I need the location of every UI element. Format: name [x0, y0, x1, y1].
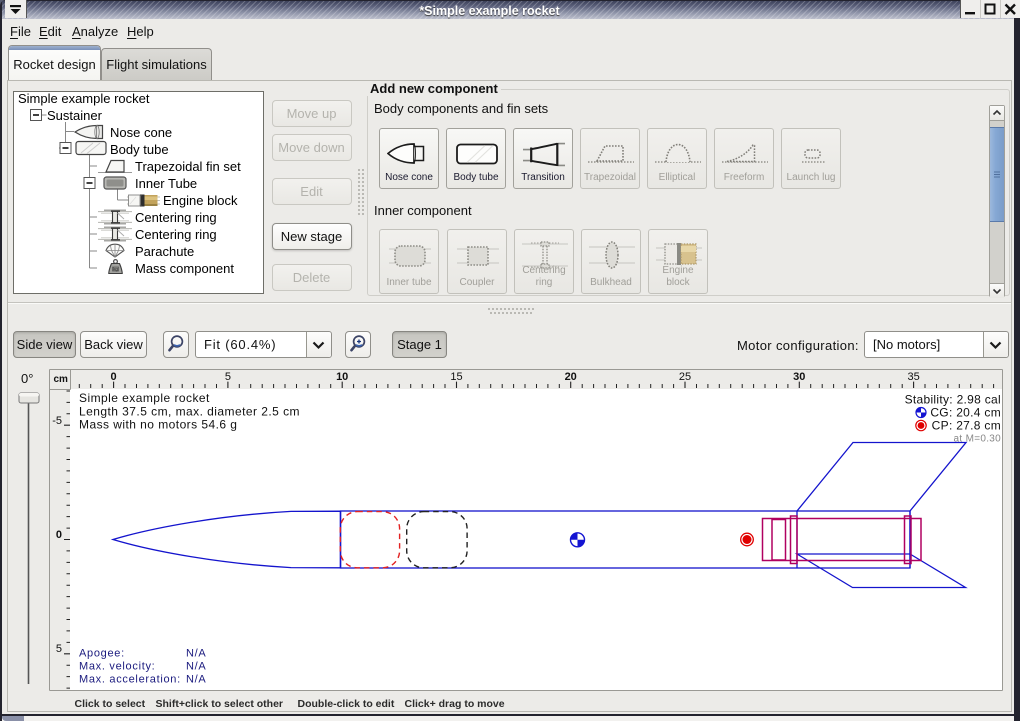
- svg-text:Simple example rocket: Simple example rocket: [79, 391, 210, 405]
- svg-text:N/A: N/A: [186, 661, 206, 673]
- svg-text:kg: kg: [113, 267, 118, 272]
- svg-text:cm: cm: [54, 374, 69, 385]
- svg-text:Mass with no motors 54.6 g: Mass with no motors 54.6 g: [79, 418, 237, 432]
- svg-text:Length 37.5 cm, max. diameter: Length 37.5 cm, max. diameter 2.5 cm: [79, 405, 300, 419]
- svg-text:5: 5: [225, 371, 231, 383]
- svg-text:20: 20: [565, 371, 577, 383]
- svg-text:5: 5: [56, 643, 62, 655]
- svg-text:0°: 0°: [21, 371, 33, 386]
- svg-text:CP: 27.8 cm: CP: 27.8 cm: [932, 419, 1001, 433]
- svg-text:0: 0: [111, 371, 117, 383]
- svg-text:Stability: 2.98 cal: Stability: 2.98 cal: [905, 393, 1001, 407]
- svg-text:25: 25: [679, 371, 691, 383]
- svg-text:CG: 20.4 cm: CG: 20.4 cm: [930, 406, 1001, 420]
- svg-text:Max. acceleration:: Max. acceleration:: [79, 674, 181, 686]
- svg-text:0: 0: [56, 529, 62, 541]
- svg-text:10: 10: [336, 371, 348, 383]
- svg-text:Max. velocity:: Max. velocity:: [79, 661, 155, 673]
- svg-text:35: 35: [907, 371, 919, 383]
- svg-text:Apogee:: Apogee:: [79, 648, 125, 660]
- svg-text:N/A: N/A: [186, 674, 206, 686]
- svg-text:30: 30: [793, 371, 805, 383]
- svg-text:15: 15: [450, 371, 462, 383]
- svg-text:-5: -5: [52, 415, 62, 427]
- svg-text:N/A: N/A: [186, 648, 206, 660]
